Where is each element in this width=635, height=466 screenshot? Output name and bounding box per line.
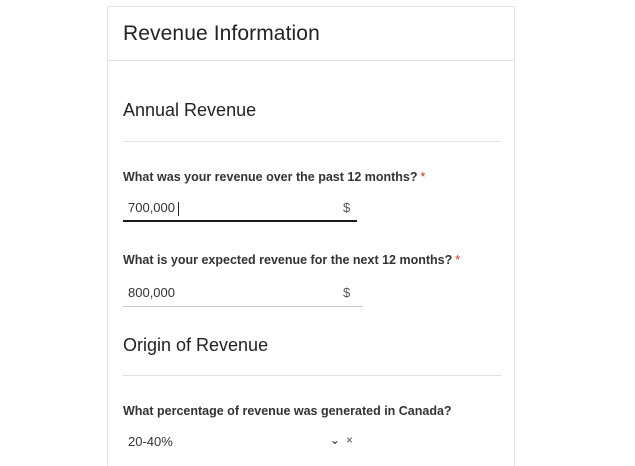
text-caret: [178, 202, 179, 216]
card-header: Revenue Information: [108, 7, 514, 61]
close-icon[interactable]: ×: [346, 433, 353, 447]
select-value: 20-40%: [128, 434, 173, 449]
chevron-down-icon[interactable]: ⌄: [330, 433, 340, 447]
required-marker: *: [420, 170, 426, 184]
expected-revenue-field[interactable]: $: [123, 283, 363, 307]
revenue-information-card: Revenue Information Annual Revenue What …: [107, 6, 515, 466]
past-revenue-field[interactable]: $: [123, 198, 357, 222]
section-divider: [123, 375, 501, 376]
past-revenue-input[interactable]: [128, 200, 318, 215]
expected-revenue-question: What is your expected revenue for the ne…: [123, 253, 460, 267]
past-revenue-label: What was your revenue over the past 12 m…: [123, 170, 418, 184]
canada-percentage-select[interactable]: 20-40% ⌄ ×: [123, 432, 357, 456]
section-title-annual-revenue: Annual Revenue: [123, 100, 257, 120]
section-title-origin-of-revenue: Origin of Revenue: [123, 335, 269, 355]
expected-revenue-label: What is your expected revenue for the ne…: [123, 253, 453, 267]
currency-unit: $: [343, 285, 351, 300]
required-marker: *: [455, 253, 461, 267]
section-divider: [123, 141, 501, 142]
currency-unit: $: [343, 200, 351, 215]
select-icons: ⌄ ×: [330, 433, 353, 447]
canada-percentage-label: What percentage of revenue was generated…: [123, 404, 452, 418]
expected-revenue-input[interactable]: [128, 285, 318, 300]
past-revenue-question: What was your revenue over the past 12 m…: [123, 170, 425, 184]
card-title: Revenue Information: [123, 22, 320, 45]
canada-percentage-question: What percentage of revenue was generated…: [123, 404, 452, 418]
